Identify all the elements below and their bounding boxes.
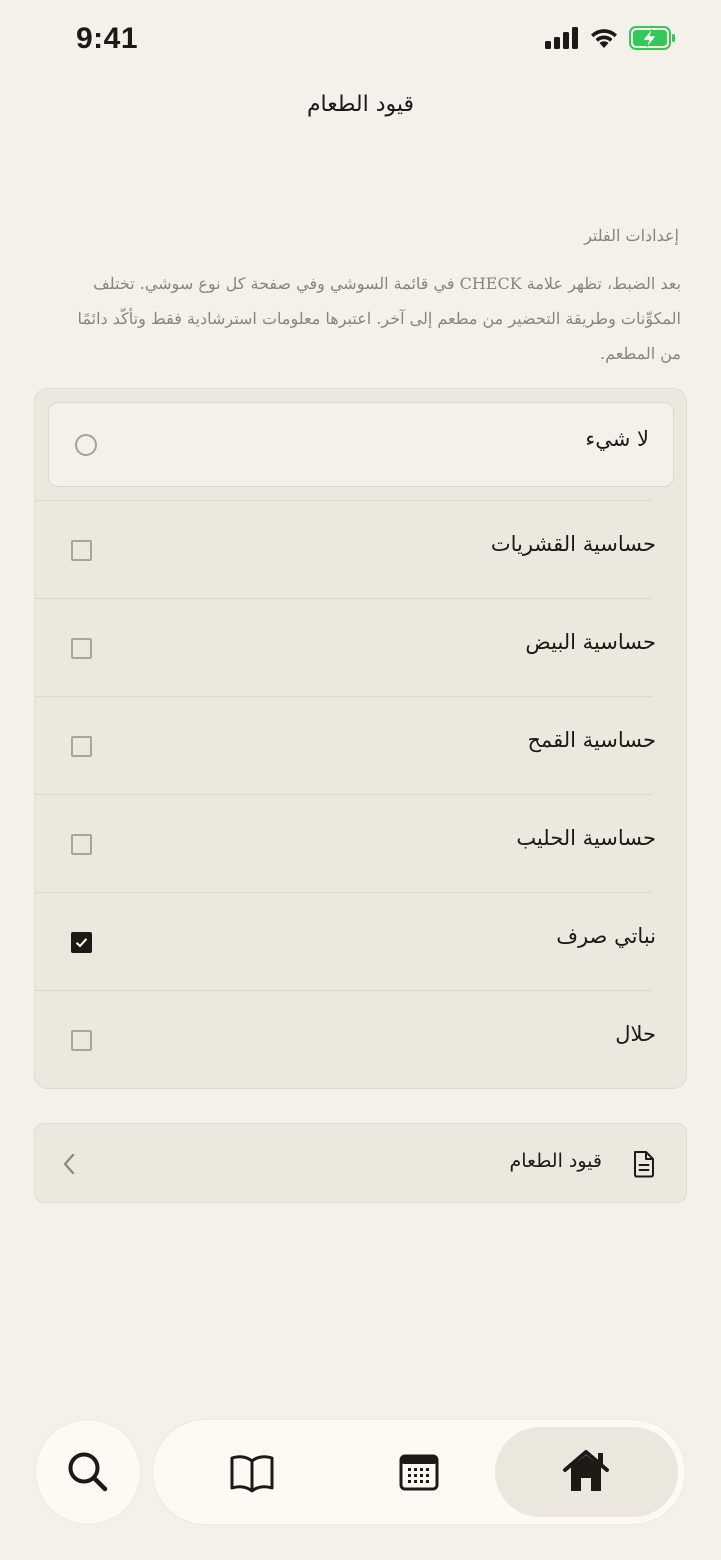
calendar-icon <box>399 1454 439 1491</box>
wifi-icon <box>589 27 619 53</box>
dietary-restrictions-link[interactable]: قيود الطعام <box>34 1123 687 1203</box>
option-egg-allergy[interactable]: حساسية البيض <box>35 598 688 696</box>
filter-description: بعد الضبط، تظهر علامة CHECK في قائمة الس… <box>77 274 681 363</box>
option-label: حساسية القمح <box>527 728 656 752</box>
tab-calendar[interactable] <box>343 1427 493 1517</box>
book-icon <box>230 1455 274 1493</box>
chevron-left-icon <box>61 1152 77 1180</box>
option-label: حساسية البيض <box>525 630 656 654</box>
option-label: حساسية الحليب <box>516 826 656 850</box>
checkbox-icon[interactable] <box>71 540 92 561</box>
divider <box>35 500 652 501</box>
option-milk-allergy[interactable]: حساسية الحليب <box>35 794 688 892</box>
status-bar: 9:41 <box>0 0 721 84</box>
battery-charging-icon <box>629 26 677 54</box>
divider <box>35 794 652 795</box>
status-time: 9:41 <box>76 22 139 55</box>
checkbox-icon[interactable] <box>71 834 92 855</box>
checkbox-icon[interactable] <box>71 736 92 757</box>
status-icons <box>545 26 677 54</box>
radio-icon[interactable] <box>75 434 97 456</box>
home-icon <box>563 1450 609 1491</box>
option-wheat-allergy[interactable]: حساسية القمح <box>35 696 688 794</box>
search-icon <box>68 1452 108 1492</box>
option-label: حلال <box>615 1022 656 1046</box>
tab-book[interactable] <box>177 1427 327 1517</box>
divider <box>35 696 652 697</box>
page-title: قيود الطعام <box>306 92 415 117</box>
checkbox-checked-icon[interactable] <box>71 932 92 953</box>
dietary-options-card: لا شيء حساسية القشريات حساسية البيض حساس… <box>34 388 687 1089</box>
checkbox-icon[interactable] <box>71 638 92 659</box>
link-label: قيود الطعام <box>509 1150 602 1172</box>
option-label: حساسية القشريات <box>490 532 656 556</box>
divider <box>35 892 652 893</box>
document-icon <box>632 1150 656 1182</box>
option-none-label: لا شيء <box>585 427 649 451</box>
section-label: إعدادات الفلتر <box>584 226 679 245</box>
tab-home[interactable] <box>495 1427 678 1517</box>
option-none[interactable]: لا شيء <box>48 402 674 487</box>
tab-bar <box>153 1420 685 1524</box>
search-button[interactable] <box>36 1420 140 1524</box>
divider <box>35 990 652 991</box>
option-label: نباتي صرف <box>556 924 656 948</box>
option-shellfish-allergy[interactable]: حساسية القشريات <box>35 500 688 598</box>
divider <box>35 598 652 599</box>
option-halal[interactable]: حلال <box>35 990 688 1088</box>
checkbox-icon[interactable] <box>71 1030 92 1051</box>
option-vegan[interactable]: نباتي صرف <box>35 892 688 990</box>
cellular-signal-icon <box>545 27 579 53</box>
